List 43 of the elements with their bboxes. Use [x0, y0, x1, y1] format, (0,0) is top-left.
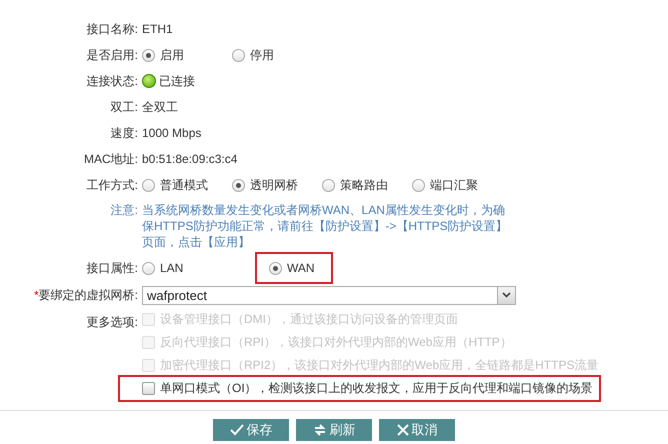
checkbox-label[interactable]: 单网口模式（OI），检测该接口上的收发报文，应用于反向代理和端口镜像的场景	[160, 380, 593, 397]
field-label: 接口名称:	[86, 22, 138, 36]
radio-button[interactable]	[142, 262, 155, 274]
field-label: 速度:	[110, 126, 138, 140]
bridge-select[interactable]: wafprotect	[142, 286, 516, 304]
status-text: 已连接	[159, 72, 195, 90]
radio-label[interactable]: 启用	[160, 46, 184, 64]
field-label: 工作方式:	[86, 178, 138, 192]
close-icon	[396, 424, 408, 436]
checkbox[interactable]	[142, 382, 155, 395]
radio-label[interactable]: 透明网桥	[250, 176, 298, 194]
radio-label[interactable]: 策略路由	[340, 176, 388, 194]
field-label: 接口属性:	[86, 260, 138, 274]
radio-label[interactable]: 普通模式	[160, 176, 208, 194]
save-button[interactable]: 保存	[213, 419, 289, 441]
radio-label[interactable]: 端口汇聚	[430, 176, 478, 194]
radio-label[interactable]: WAN	[287, 261, 315, 275]
radio-button[interactable]	[142, 48, 155, 62]
radio-button[interactable]	[232, 48, 245, 62]
refresh-button[interactable]: 刷新	[296, 419, 372, 441]
radio-button[interactable]	[322, 178, 335, 192]
cancel-button[interactable]: 取消	[379, 419, 455, 441]
field-label: 要绑定的虚拟网桥:	[38, 288, 138, 302]
field-label: 注意:	[110, 203, 138, 217]
check-icon	[230, 424, 244, 436]
field-label: 更多选项:	[86, 315, 138, 329]
field-label: MAC地址:	[84, 152, 138, 166]
radio-label[interactable]: 停用	[250, 46, 274, 64]
notice-text: 当系统网桥数量发生变化或者网桥WAN、LAN属性发生变化时，为确保HTTPS防护功能正常，请前往【防护设置】->【HTTPS防护设置】页面，点击【应用】	[142, 202, 509, 250]
radio-button[interactable]	[142, 178, 155, 192]
field-value: 全双工	[142, 98, 178, 116]
refresh-icon	[312, 424, 326, 436]
field-label: 连接状态:	[86, 74, 138, 88]
field-label: 是否启用:	[86, 48, 138, 62]
field-label: 双工:	[110, 100, 138, 114]
field-value: ETH1	[142, 22, 173, 36]
radio-button[interactable]	[269, 262, 282, 274]
radio-button[interactable]	[232, 178, 245, 192]
required-asterisk: *	[34, 288, 39, 302]
field-value: b0:51:8e:09:c3:c4	[142, 152, 238, 166]
field-value: 1000 Mbps	[142, 126, 202, 140]
radio-button[interactable]	[412, 178, 425, 192]
radio-label[interactable]: LAN	[160, 261, 184, 275]
